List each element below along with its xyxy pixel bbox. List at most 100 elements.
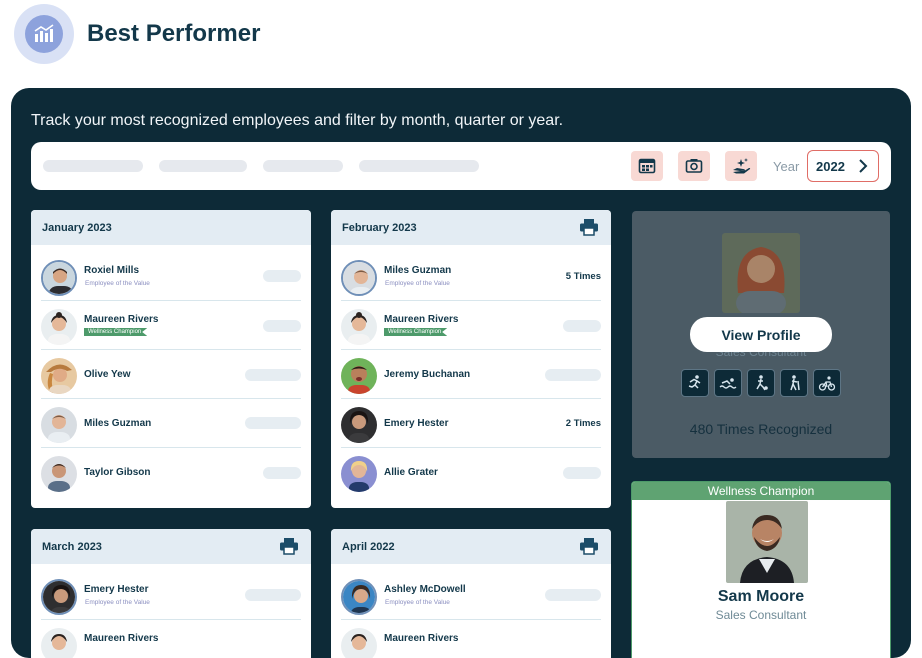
- year-label: Year: [773, 159, 800, 174]
- employee-subtitle: Employee of the Value: [85, 280, 150, 287]
- list-item[interactable]: Emery Hester 2 Times: [341, 402, 601, 446]
- employee-subtitle: Employee of the Value: [385, 280, 450, 287]
- running-icon: [681, 369, 709, 397]
- times-recognized: 480 Times Recognized: [689, 421, 833, 437]
- cycling-icon: [813, 369, 841, 397]
- wellness-role: Sales Consultant: [715, 608, 807, 622]
- year-value: 2022: [816, 158, 845, 174]
- year-filter-button[interactable]: [725, 151, 757, 181]
- print-icon[interactable]: [579, 218, 599, 236]
- employee-name: Taylor Gibson: [84, 467, 151, 478]
- card-title: February 2023: [342, 222, 417, 234]
- skeleton-tab: [43, 160, 143, 172]
- employee-subtitle: Employee of the Value: [85, 599, 150, 606]
- wellness-photo: [726, 501, 808, 583]
- list-item[interactable]: Emery Hester Employee of the Value: [41, 574, 301, 618]
- list-item[interactable]: Allie Grater: [341, 451, 601, 495]
- avatar: [341, 456, 377, 492]
- quarter-filter-button[interactable]: [678, 151, 710, 181]
- wellness-badge: Wellness Champion: [384, 328, 448, 336]
- divider: [341, 398, 601, 399]
- sport-icons: [681, 369, 841, 397]
- print-icon[interactable]: [579, 537, 599, 555]
- card-header: April 2022: [331, 529, 611, 564]
- page-title: Best Performer: [87, 20, 261, 47]
- best-performer-panel: Track your most recognized employees and…: [11, 88, 911, 658]
- employee-name: Ashley McDowell: [384, 584, 466, 595]
- list-item[interactable]: Jeremy Buchanan: [341, 353, 601, 397]
- list-item[interactable]: Maureen Rivers: [341, 623, 601, 658]
- skeleton-tab: [359, 160, 479, 172]
- employee-name: Emery Hester: [84, 584, 149, 595]
- divider: [341, 349, 601, 350]
- list-item[interactable]: Maureen Rivers Wellness Champion: [41, 304, 301, 348]
- divider: [41, 398, 301, 399]
- bar-chart-icon: [25, 15, 63, 53]
- view-profile-button[interactable]: View Profile: [690, 317, 832, 352]
- card-header: January 2023: [31, 210, 311, 245]
- times-placeholder: [263, 320, 301, 332]
- list-item[interactable]: Maureen Rivers: [41, 623, 301, 658]
- month-card: April 2022 Ashley McDowell Employee of t…: [331, 529, 611, 658]
- card-title: January 2023: [42, 222, 112, 234]
- top-performer-card[interactable]: Sales Consultant View Profile 480 Times …: [632, 211, 890, 458]
- employee-subtitle: Employee of the Value: [385, 599, 450, 606]
- employee-name: Emery Hester: [384, 418, 449, 429]
- avatar: [341, 260, 377, 296]
- avatar: [41, 260, 77, 296]
- avatar: [41, 456, 77, 492]
- avatar: [41, 358, 77, 394]
- employee-name: Miles Guzman: [384, 265, 452, 276]
- avatar: [341, 358, 377, 394]
- panel-description: Track your most recognized employees and…: [31, 112, 564, 129]
- times-placeholder: [545, 369, 601, 381]
- profile-photo: [722, 233, 800, 313]
- logo: [14, 4, 74, 64]
- list-item[interactable]: Olive Yew: [41, 353, 301, 397]
- skeleton-tab: [159, 160, 247, 172]
- times-placeholder: [563, 467, 601, 479]
- avatar: [341, 628, 377, 658]
- avatar: [341, 407, 377, 443]
- card-title: April 2022: [342, 541, 395, 553]
- divider: [41, 300, 301, 301]
- avatar: [41, 579, 77, 615]
- avatar: [341, 579, 377, 615]
- list-item[interactable]: Roxiel Mills Employee of the Value: [41, 255, 301, 299]
- list-item[interactable]: Taylor Gibson: [41, 451, 301, 495]
- list-item[interactable]: Ashley McDowell Employee of the Value: [341, 574, 601, 618]
- month-filter-button[interactable]: [631, 151, 663, 181]
- employee-name: Maureen Rivers: [384, 314, 459, 325]
- divider: [41, 349, 301, 350]
- skeleton-tab: [263, 160, 343, 172]
- card-title: March 2023: [42, 541, 102, 553]
- employee-name: Roxiel Mills: [84, 265, 140, 276]
- card-header: March 2023: [31, 529, 311, 564]
- employee-name: Miles Guzman: [84, 418, 152, 429]
- list-item[interactable]: Maureen Rivers Wellness Champion: [341, 304, 601, 348]
- employee-name: Maureen Rivers: [84, 314, 159, 325]
- times-placeholder: [563, 320, 601, 332]
- chevron-right-icon: [859, 159, 868, 173]
- times-placeholder: [545, 589, 601, 601]
- page-header: Best Performer: [14, 4, 260, 64]
- times-placeholder: [245, 417, 301, 429]
- soccer-icon: [747, 369, 775, 397]
- list-item[interactable]: Miles Guzman Employee of the Value 5 Tim…: [341, 255, 601, 299]
- avatar: [41, 628, 77, 658]
- print-icon[interactable]: [279, 537, 299, 555]
- month-calendar-icon: [638, 158, 656, 174]
- month-card: February 2023 Miles Guzman Employee of t…: [331, 210, 611, 508]
- employee-name: Maureen Rivers: [84, 633, 159, 644]
- wellness-champion-card[interactable]: Wellness Champion Sam Moore Sales Consul…: [631, 481, 891, 658]
- employee-name: Maureen Rivers: [384, 633, 459, 644]
- month-card: January 2023 Roxiel Mills Employee of th…: [31, 210, 311, 508]
- year-select[interactable]: 2022: [807, 150, 879, 182]
- list-item[interactable]: Miles Guzman: [41, 402, 301, 446]
- times-placeholder: [263, 270, 301, 282]
- employee-name: Allie Grater: [384, 467, 438, 478]
- year-hand-sparkle-icon: [733, 158, 751, 174]
- avatar: [41, 309, 77, 345]
- avatar: [341, 309, 377, 345]
- divider: [341, 300, 601, 301]
